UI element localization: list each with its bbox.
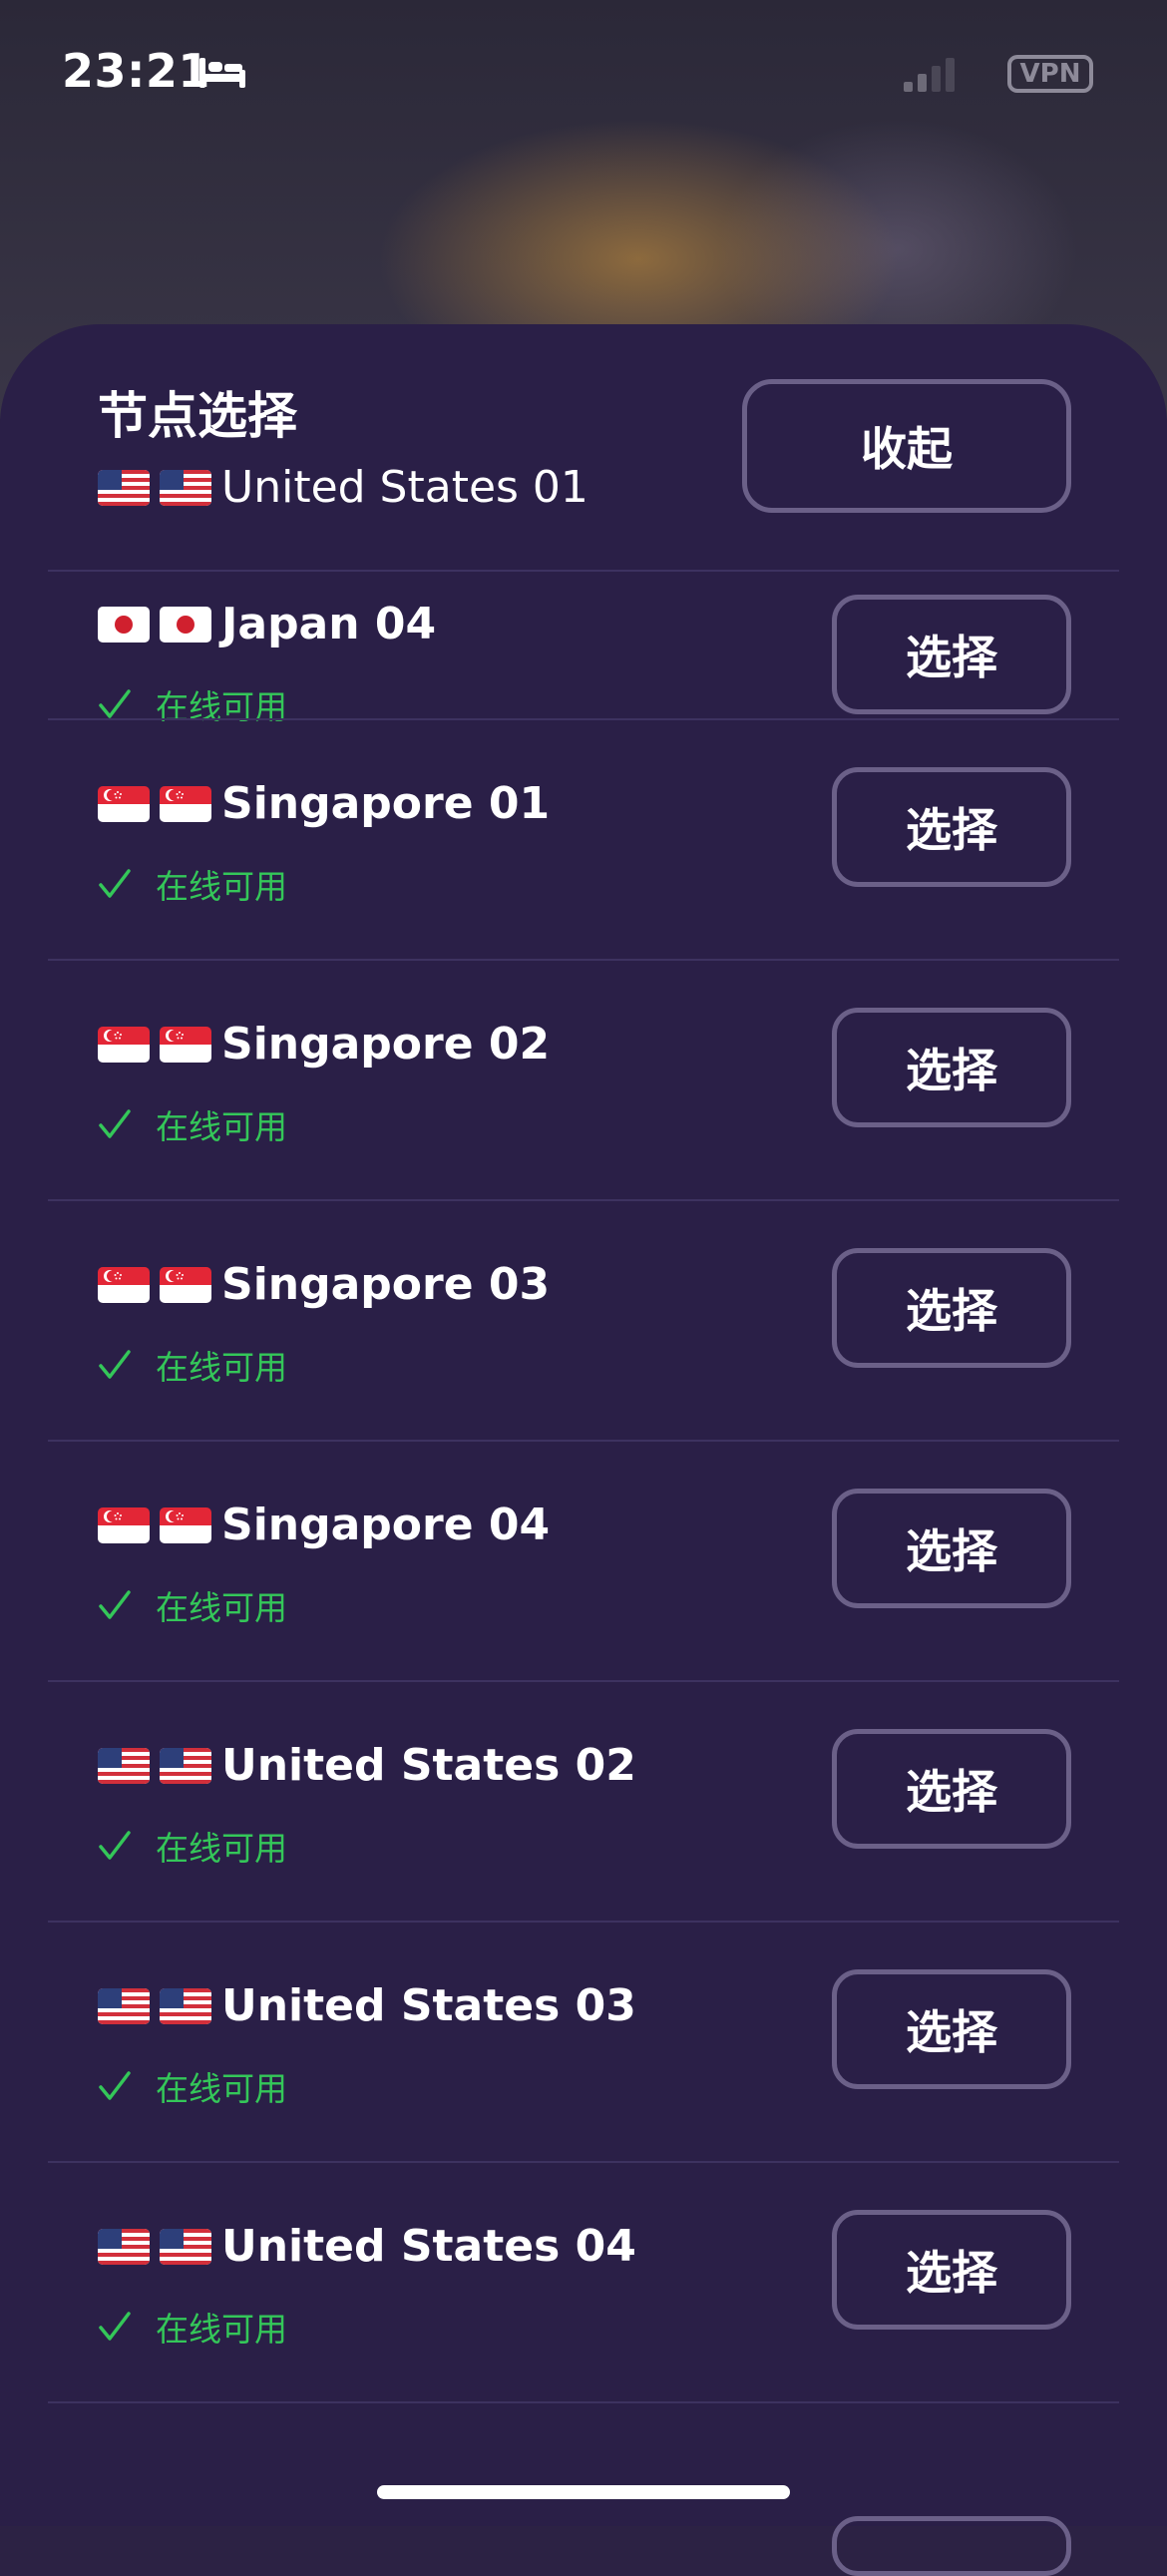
node-name-text: United States 04 [221, 2221, 636, 2272]
node-name-text: United States 03 [221, 1980, 636, 2031]
status-text: 在线可用 [156, 2310, 287, 2349]
select-button[interactable]: 选择 [832, 1489, 1071, 1608]
sg-flag-icon [160, 1506, 211, 1543]
select-button[interactable]: 选择 [832, 2210, 1071, 2330]
jp-flag-icon [160, 606, 211, 643]
node-row: United States 03 在线可用 选择 [0, 1921, 1167, 2160]
status-text: 在线可用 [156, 1588, 287, 1627]
node-row: United States 02 在线可用 选择 [0, 1680, 1167, 1920]
select-button[interactable]: 选择 [832, 767, 1071, 887]
node-name: Singapore 01 [98, 778, 550, 829]
node-status: 在线可用 [98, 1581, 287, 1629]
bed-icon [199, 58, 245, 88]
select-button[interactable]: 选择 [832, 1248, 1071, 1368]
us-flag-icon [98, 1987, 150, 2024]
node-name: United States 02 [98, 1740, 636, 1791]
home-indicator [377, 2485, 790, 2499]
checkmark-icon [98, 1829, 132, 1863]
status-time: 23:21 [62, 44, 210, 98]
sg-flag-icon [98, 1266, 150, 1303]
collapse-button[interactable]: 收起 [742, 379, 1071, 513]
select-button[interactable]: 选择 [832, 1969, 1071, 2089]
sheet-header: 节点选择 United States 01 收起 [0, 324, 1167, 570]
select-button[interactable] [832, 2516, 1071, 2576]
sg-flag-icon [160, 1266, 211, 1303]
node-name: Singapore 03 [98, 1259, 550, 1310]
node-name: United States 04 [98, 2221, 636, 2272]
node-name-text: Singapore 04 [221, 1500, 551, 1550]
node-name: Singapore 04 [98, 1500, 550, 1550]
node-row: Singapore 02 在线可用 选择 [0, 959, 1167, 1198]
status-bar: 23:21 VPN [0, 0, 1167, 150]
us-flag-icon [160, 1987, 211, 2024]
checkmark-icon [98, 867, 132, 901]
node-row: United States 04 在线可用 选择 [0, 2161, 1167, 2400]
node-name: United States 03 [98, 1980, 636, 2031]
select-button[interactable]: 选择 [832, 1008, 1071, 1127]
status-text: 在线可用 [156, 2069, 287, 2108]
sg-flag-icon [98, 1506, 150, 1543]
node-row: Singapore 01 在线可用 选择 [0, 718, 1167, 958]
node-row: Singapore 04 在线可用 选择 [0, 1440, 1167, 1679]
node-status: 在线可用 [98, 2303, 287, 2351]
status-text: 在线可用 [156, 867, 287, 906]
node-name-text: United States 02 [221, 1740, 636, 1791]
node-name: Singapore 02 [98, 1019, 550, 1070]
sg-flag-icon [98, 785, 150, 822]
us-flag-icon [160, 2228, 211, 2265]
vpn-badge: VPN [1007, 55, 1093, 93]
cellular-signal-icon [904, 58, 955, 92]
checkmark-icon [98, 2310, 132, 2344]
us-flag-icon [98, 1747, 150, 1784]
node-row: Singapore 03 在线可用 选择 [0, 1199, 1167, 1439]
us-flag-icon [160, 469, 211, 506]
us-flag-icon [98, 2228, 150, 2265]
node-name-text: Singapore 03 [221, 1259, 551, 1310]
checkmark-icon [98, 687, 132, 721]
jp-flag-icon [98, 606, 150, 643]
current-node: United States 01 [98, 462, 588, 513]
status-text: 在线可用 [156, 1348, 287, 1387]
current-node-name: United States 01 [221, 462, 588, 513]
status-text: 在线可用 [156, 1829, 287, 1868]
sg-flag-icon [98, 1026, 150, 1063]
us-flag-icon [160, 1747, 211, 1784]
sheet-title: 节点选择 [98, 387, 297, 445]
sg-flag-icon [160, 785, 211, 822]
node-name-text: Singapore 02 [221, 1019, 551, 1070]
node-name-text: Singapore 01 [221, 778, 551, 829]
select-button[interactable]: 选择 [832, 1729, 1071, 1849]
status-text: 在线可用 [156, 1107, 287, 1146]
checkmark-icon [98, 2069, 132, 2103]
node-status: 在线可用 [98, 860, 287, 908]
node-name: Japan 04 [98, 599, 436, 649]
sg-flag-icon [160, 1026, 211, 1063]
node-status: 在线可用 [98, 1100, 287, 1148]
select-button[interactable]: 选择 [832, 595, 1071, 714]
node-status: 在线可用 [98, 1341, 287, 1389]
node-name-text: Japan 04 [221, 599, 437, 649]
us-flag-icon [98, 469, 150, 506]
node-selection-sheet: 节点选择 United States 01 收起 Japan 04 在线可用 选择 S… [0, 324, 1167, 2526]
checkmark-icon [98, 1348, 132, 1382]
divider [48, 2401, 1119, 2403]
node-status: 在线可用 [98, 2062, 287, 2110]
checkmark-icon [98, 1107, 132, 1141]
node-status: 在线可用 [98, 1822, 287, 1870]
checkmark-icon [98, 1588, 132, 1622]
